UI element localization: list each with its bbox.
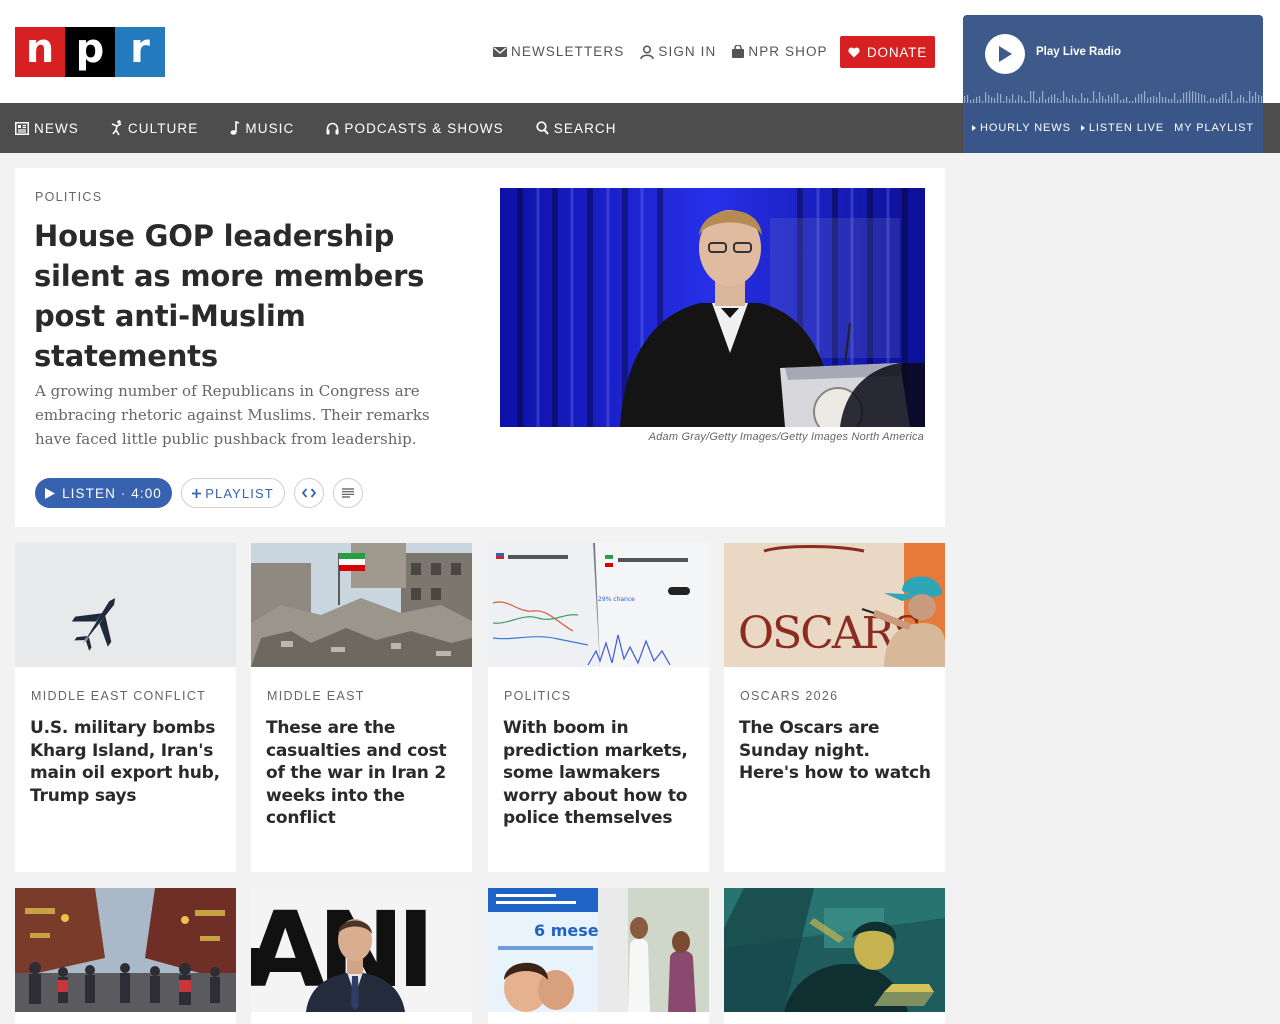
story-card[interactable]: OSCARS OSCARS 2026 The Oscars are Sunday… [724,543,945,872]
story-thumbnail[interactable] [724,888,945,1012]
transcript-lines-icon [342,488,354,498]
fighter-jet-photo [15,543,236,667]
my-playlist-label: MY PLAYLIST [1174,122,1254,134]
oscars-sign-painter-photo: OSCARS [724,543,945,667]
nav-label-news: NEWS [34,120,79,136]
featured-story: POLITICS House GOP leadership silent as … [15,168,945,527]
listen-label: LISTEN · 4:00 [62,485,162,501]
sign-in-label: SIGN IN [658,44,717,59]
story-card[interactable] [15,888,236,1024]
featured-headline[interactable]: House GOP leadership silent as more memb… [34,216,454,376]
story-headline[interactable]: These are the casualties and cost of the… [266,717,461,830]
story-slug[interactable]: POLITICS [504,689,571,703]
nav-label-music: MUSIC [245,120,295,136]
poster-months-text: 6 meses [534,921,608,940]
caret-right-icon [1080,125,1085,131]
logo-letter-p: p [65,27,115,77]
newsletters-link[interactable]: NEWSLETTERS [493,44,624,59]
logo-letter-n: n [15,27,65,77]
donate-button[interactable]: DONATE [840,36,935,68]
person-at-laptop-illustration [724,888,945,1012]
audio-waveform-graphic [964,91,1263,103]
embed-button[interactable] [294,478,324,508]
logo-letter-r: r [115,27,165,77]
heart-icon [848,47,860,57]
story-thumbnail[interactable]: ANI [251,888,472,1012]
embed-code-icon [302,488,316,498]
sign-in-link[interactable]: SIGN IN [640,44,716,59]
plus-icon [192,488,202,498]
npr-shop-label: NPR SHOP [748,44,828,59]
headphones-icon [326,122,339,134]
story-card[interactable]: MIDDLE EAST CONFLICT U.S. military bombs… [15,543,236,872]
nav-item-search[interactable]: SEARCH [536,121,617,136]
nav-item-news[interactable]: NEWS [15,121,79,136]
story-thumbnail[interactable]: 6 meses [488,888,709,1012]
nav-label-search: SEARCH [553,120,617,136]
nav-item-music[interactable]: MUSIC [230,121,294,136]
caret-right-icon [972,125,977,131]
story-thumbnail[interactable] [15,888,236,1012]
nav-item-podcasts[interactable]: PODCASTS & SHOWS [326,121,503,136]
busy-street-photo [15,888,236,1012]
player-title: Play Live Radio [1036,46,1122,58]
clinic-vaccine-poster-photo: 6 meses [488,888,709,1012]
npr-shop-link[interactable]: NPR SHOP [732,44,827,59]
story-card[interactable]: 6 meses [488,888,709,1024]
featured-image-credit: Adam Gray/Getty Images/Getty Images Nort… [648,431,924,443]
dancer-icon [111,120,122,136]
newsletters-label: NEWSLETTERS [511,44,625,59]
speaker-at-podium-photo [500,188,925,427]
transcript-button[interactable] [333,478,363,508]
hourly-news-link[interactable]: HOURLY NEWS [972,122,1071,134]
nav-label-culture: CULTURE [127,120,199,136]
nav-label-podcasts: PODCASTS & SHOWS [344,120,504,136]
story-slug[interactable]: MIDDLE EAST CONFLICT [31,689,206,703]
story-headline[interactable]: The Oscars are Sunday night. Here's how … [739,717,934,785]
story-thumbnail[interactable] [251,543,472,667]
npr-logo[interactable]: n p r [15,27,165,77]
envelope-icon [493,46,507,57]
story-card[interactable]: ANI [251,888,472,1024]
listen-live-label: LISTEN LIVE [1088,122,1165,134]
playlist-label: PLAYLIST [205,485,274,501]
play-icon [999,46,1012,62]
listen-live-link[interactable]: LISTEN LIVE [1080,122,1165,134]
utility-nav: NEWSLETTERS SIGN IN NPR SHOP [493,44,828,59]
live-radio-player: Play Live Radio HOURLY NEWS LISTEN LIVE … [963,15,1263,153]
svg-text:29% chance: 29% chance [598,596,635,603]
story-thumbnail[interactable]: OSCARS [724,543,945,667]
play-icon [45,487,56,499]
listen-button[interactable]: LISTEN · 4:00 [35,478,172,508]
story-headline[interactable]: With boom in prediction markets, some la… [503,717,698,830]
shopping-bag-icon [732,45,745,58]
story-slug[interactable]: OSCARS 2026 [740,689,838,703]
user-icon [640,44,655,59]
story-thumbnail[interactable] [15,543,236,667]
prediction-market-screens-photo: 29% chance [488,543,709,667]
music-note-icon [230,121,240,135]
add-to-playlist-button[interactable]: PLAYLIST [181,478,285,508]
rubble-with-iran-flag-photo [251,543,472,667]
play-live-radio-button[interactable] [985,34,1025,74]
player-links: HOURLY NEWS LISTEN LIVE MY PLAYLIST [963,103,1263,153]
story-thumbnail[interactable]: 29% chance [488,543,709,667]
hourly-news-label: HOURLY NEWS [980,122,1071,134]
featured-actions: LISTEN · 4:00 PLAYLIST [35,478,363,508]
my-playlist-link[interactable]: MY PLAYLIST [1174,122,1254,134]
featured-slug[interactable]: POLITICS [35,190,102,204]
newspaper-icon [15,121,29,135]
donate-label: DONATE [866,44,928,60]
featured-image[interactable] [500,188,925,427]
man-in-suit-portrait-photo: ANI [251,888,472,1012]
main-nav: NEWS CULTURE MUSIC PODCASTS & SHOWS SEAR… [15,103,617,153]
story-card[interactable] [724,888,945,1024]
story-slug[interactable]: MIDDLE EAST [267,689,365,703]
featured-teaser: A growing number of Republicans in Congr… [35,382,430,448]
nav-item-culture[interactable]: CULTURE [111,120,198,136]
story-headline[interactable]: U.S. military bombs Kharg Island, Iran's… [30,717,225,807]
search-icon [536,121,549,135]
story-card[interactable]: 29% chance POLITICS With boom in predict… [488,543,709,872]
story-card[interactable]: MIDDLE EAST These are the casualties and… [251,543,472,872]
